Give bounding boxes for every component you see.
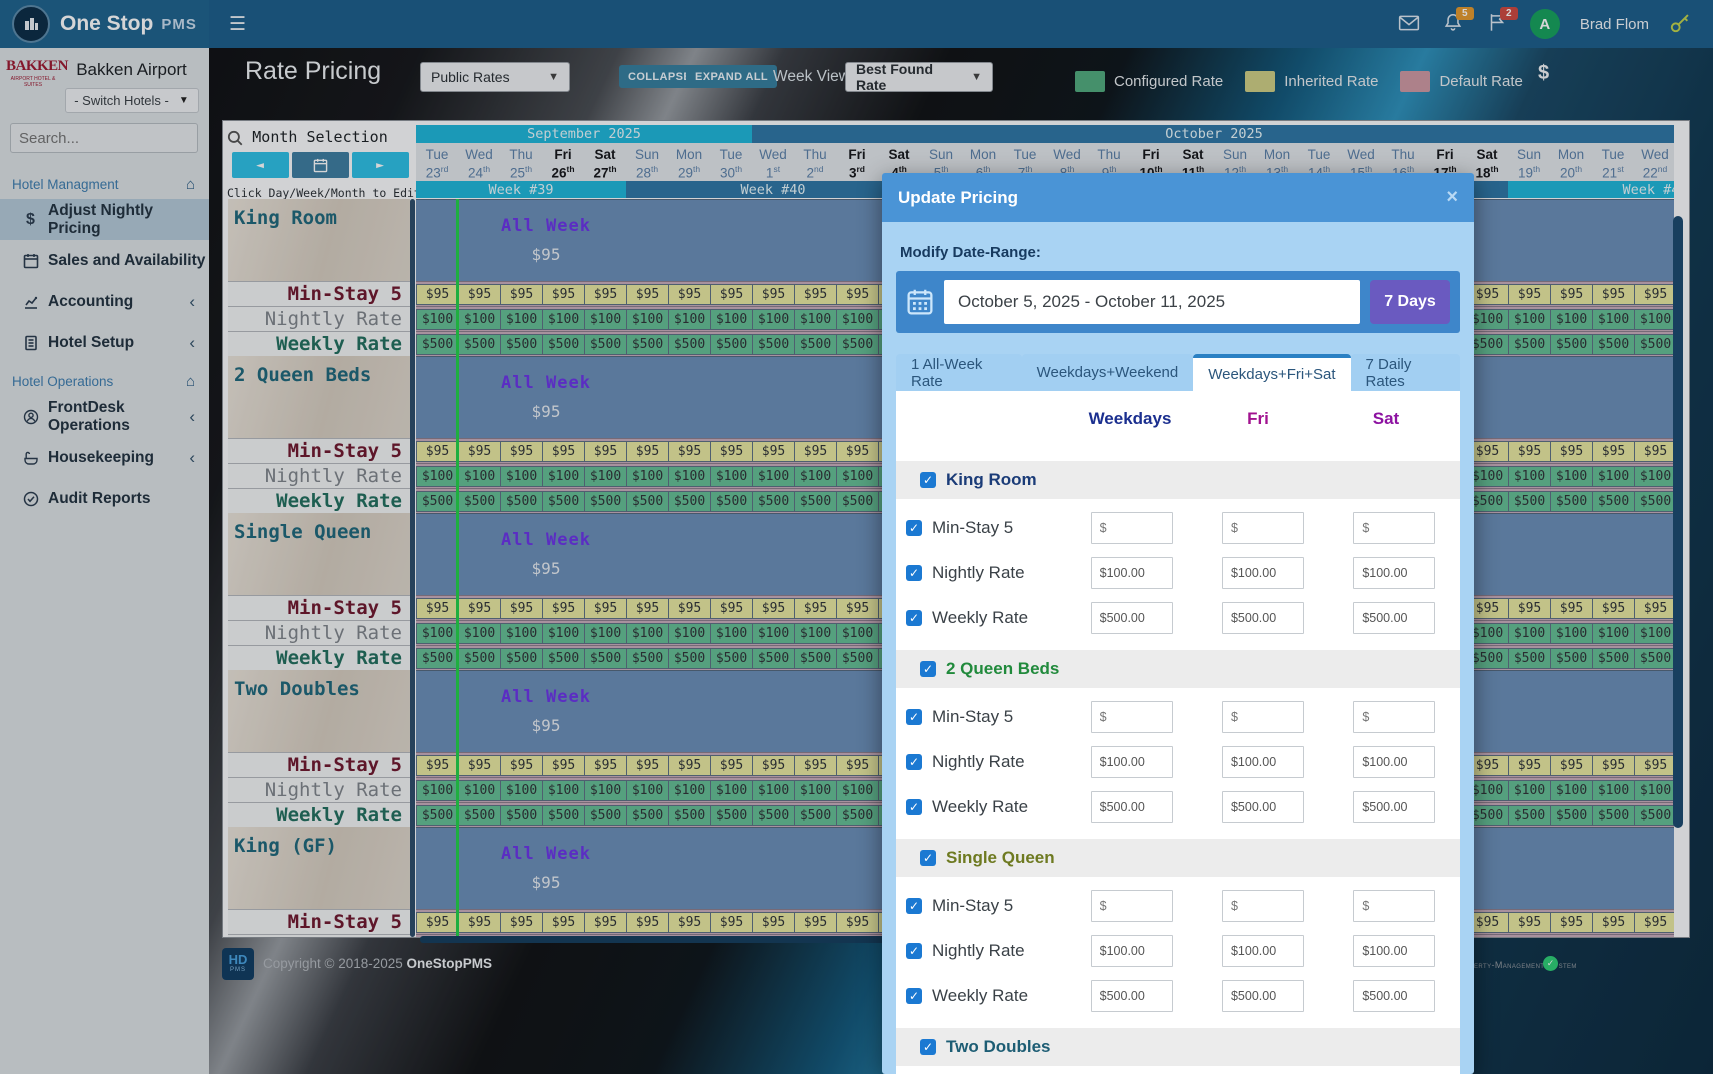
rate-input[interactable] [1222,746,1304,778]
rate-input[interactable] [1353,890,1435,922]
pricing-row-label: ✓ Nightly Rate [906,941,1066,961]
checkbox-checked-icon[interactable]: ✓ [906,520,922,536]
checkbox-checked-icon[interactable]: ✓ [920,1039,936,1055]
tab-weekdays-fri-sat[interactable]: Weekdays+Fri+Sat [1193,354,1350,391]
checkbox-checked-icon[interactable]: ✓ [906,709,922,725]
rate-input[interactable] [1222,980,1304,1012]
close-icon[interactable]: × [1446,186,1458,209]
modal-body: Modify Date-Range: 7 Days 1 All-Week Rat… [882,222,1474,1074]
modal-panel: WeekdaysFriSat ✓ King Room ✓ Min-Stay 5 ✓ Nig… [896,391,1460,1074]
modal-header: Update Pricing × [882,173,1474,222]
pricing-row-text: Nightly Rate [932,752,1025,772]
rate-input[interactable] [1353,791,1435,823]
checkbox-checked-icon[interactable]: ✓ [906,565,922,581]
date-range-row: 7 Days [896,271,1460,333]
pricing-row-label: ✓ Min-Stay 5 [906,707,1066,727]
rate-input[interactable] [1091,512,1173,544]
pricing-row-label: ✓ Weekly Rate [906,797,1066,817]
rate-input[interactable] [1353,557,1435,589]
rate-input[interactable] [1091,935,1173,967]
pricing-row-label: ✓ Weekly Rate [906,608,1066,628]
checkbox-checked-icon[interactable]: ✓ [906,988,922,1004]
room-section-name: Two Doubles [946,1037,1051,1057]
pricing-row-text: Min-Stay 5 [932,896,1013,916]
tab-1-all-week-rate[interactable]: 1 All-Week Rate [896,354,1022,391]
pricing-row-text: Weekly Rate [932,608,1028,628]
pricing-row-label: ✓ Nightly Rate [906,752,1066,772]
pricing-row-text: Min-Stay 5 [932,707,1013,727]
pricing-row: ✓ Min-Stay 5 [896,890,1460,922]
rate-input[interactable] [1353,980,1435,1012]
room-section-header: ✓ 2 Queen Beds [896,650,1460,688]
rate-input[interactable] [1091,557,1173,589]
date-range-input[interactable] [944,280,1360,324]
modal-tabs: 1 All-Week RateWeekdays+WeekendWeekdays+… [896,354,1460,391]
pricing-row: ✓ Nightly Rate [896,935,1460,967]
rate-input[interactable] [1091,701,1173,733]
pricing-row: ✓ Weekly Rate [896,602,1460,634]
modal-title: Update Pricing [898,188,1018,208]
rate-input[interactable] [1222,701,1304,733]
pricing-row-label: ✓ Nightly Rate [906,563,1066,583]
checkbox-checked-icon[interactable]: ✓ [906,754,922,770]
seven-days-button[interactable]: 7 Days [1370,280,1450,324]
calendar-icon[interactable] [906,288,934,316]
date-range-label: Modify Date-Range: [900,244,1460,261]
rate-input[interactable] [1222,557,1304,589]
room-section-header: ✓ King Room [896,461,1460,499]
pricing-row-label: ✓ Min-Stay 5 [906,896,1066,916]
rate-input[interactable] [1353,701,1435,733]
modal-column-headers: WeekdaysFriSat [896,391,1460,445]
pricing-row: ✓ Nightly Rate [896,746,1460,778]
column-header: Sat [1322,409,1450,429]
rate-input[interactable] [1353,602,1435,634]
rate-input[interactable] [1091,746,1173,778]
pricing-row-text: Nightly Rate [932,563,1025,583]
pricing-row-text: Weekly Rate [932,797,1028,817]
checkbox-checked-icon[interactable]: ✓ [920,661,936,677]
checkbox-checked-icon[interactable]: ✓ [906,799,922,815]
tab-7-daily-rates[interactable]: 7 Daily Rates [1351,354,1460,391]
rate-input[interactable] [1353,935,1435,967]
rate-input[interactable] [1091,791,1173,823]
modal-sections: ✓ King Room ✓ Min-Stay 5 ✓ Nightly Rate ✓ Weekl… [896,461,1460,1074]
update-pricing-modal: Update Pricing × Modify Date-Range: 7 Da… [882,173,1474,1074]
tab-weekdays-weekend[interactable]: Weekdays+Weekend [1022,354,1194,391]
rate-input[interactable] [1091,890,1173,922]
rate-input[interactable] [1222,935,1304,967]
room-section-name: Single Queen [946,848,1055,868]
pricing-row-text: Min-Stay 5 [932,518,1013,538]
room-section-name: 2 Queen Beds [946,659,1059,679]
pricing-row: ✓ Min-Stay 5 [896,701,1460,733]
pricing-row: ✓ Weekly Rate [896,980,1460,1012]
column-header-spacer [906,409,1066,429]
column-header: Weekdays [1066,409,1194,429]
pricing-row-text: Weekly Rate [932,986,1028,1006]
rate-input[interactable] [1091,980,1173,1012]
pricing-row-label: ✓ Weekly Rate [906,986,1066,1006]
checkbox-checked-icon[interactable]: ✓ [920,850,936,866]
checkbox-checked-icon[interactable]: ✓ [906,898,922,914]
rate-input[interactable] [1353,746,1435,778]
pricing-row: ✓ Nightly Rate [896,557,1460,589]
pricing-row: ✓ Weekly Rate [896,791,1460,823]
checkbox-checked-icon[interactable]: ✓ [906,943,922,959]
column-header: Fri [1194,409,1322,429]
room-section-header: ✓ Single Queen [896,839,1460,877]
rate-input[interactable] [1222,512,1304,544]
app: One Stop PMS ☰ 5 2 A Brad Flom [0,0,1713,1074]
rate-input[interactable] [1222,602,1304,634]
pricing-row-label: ✓ Min-Stay 5 [906,518,1066,538]
checkbox-checked-icon[interactable]: ✓ [906,610,922,626]
rate-input[interactable] [1353,512,1435,544]
room-section-name: King Room [946,470,1037,490]
room-section-header: ✓ Two Doubles [896,1028,1460,1066]
pricing-row: ✓ Min-Stay 5 [896,512,1460,544]
checkbox-checked-icon[interactable]: ✓ [920,472,936,488]
rate-input[interactable] [1222,791,1304,823]
rate-input[interactable] [1091,602,1173,634]
rate-input[interactable] [1222,890,1304,922]
pricing-row-text: Nightly Rate [932,941,1025,961]
